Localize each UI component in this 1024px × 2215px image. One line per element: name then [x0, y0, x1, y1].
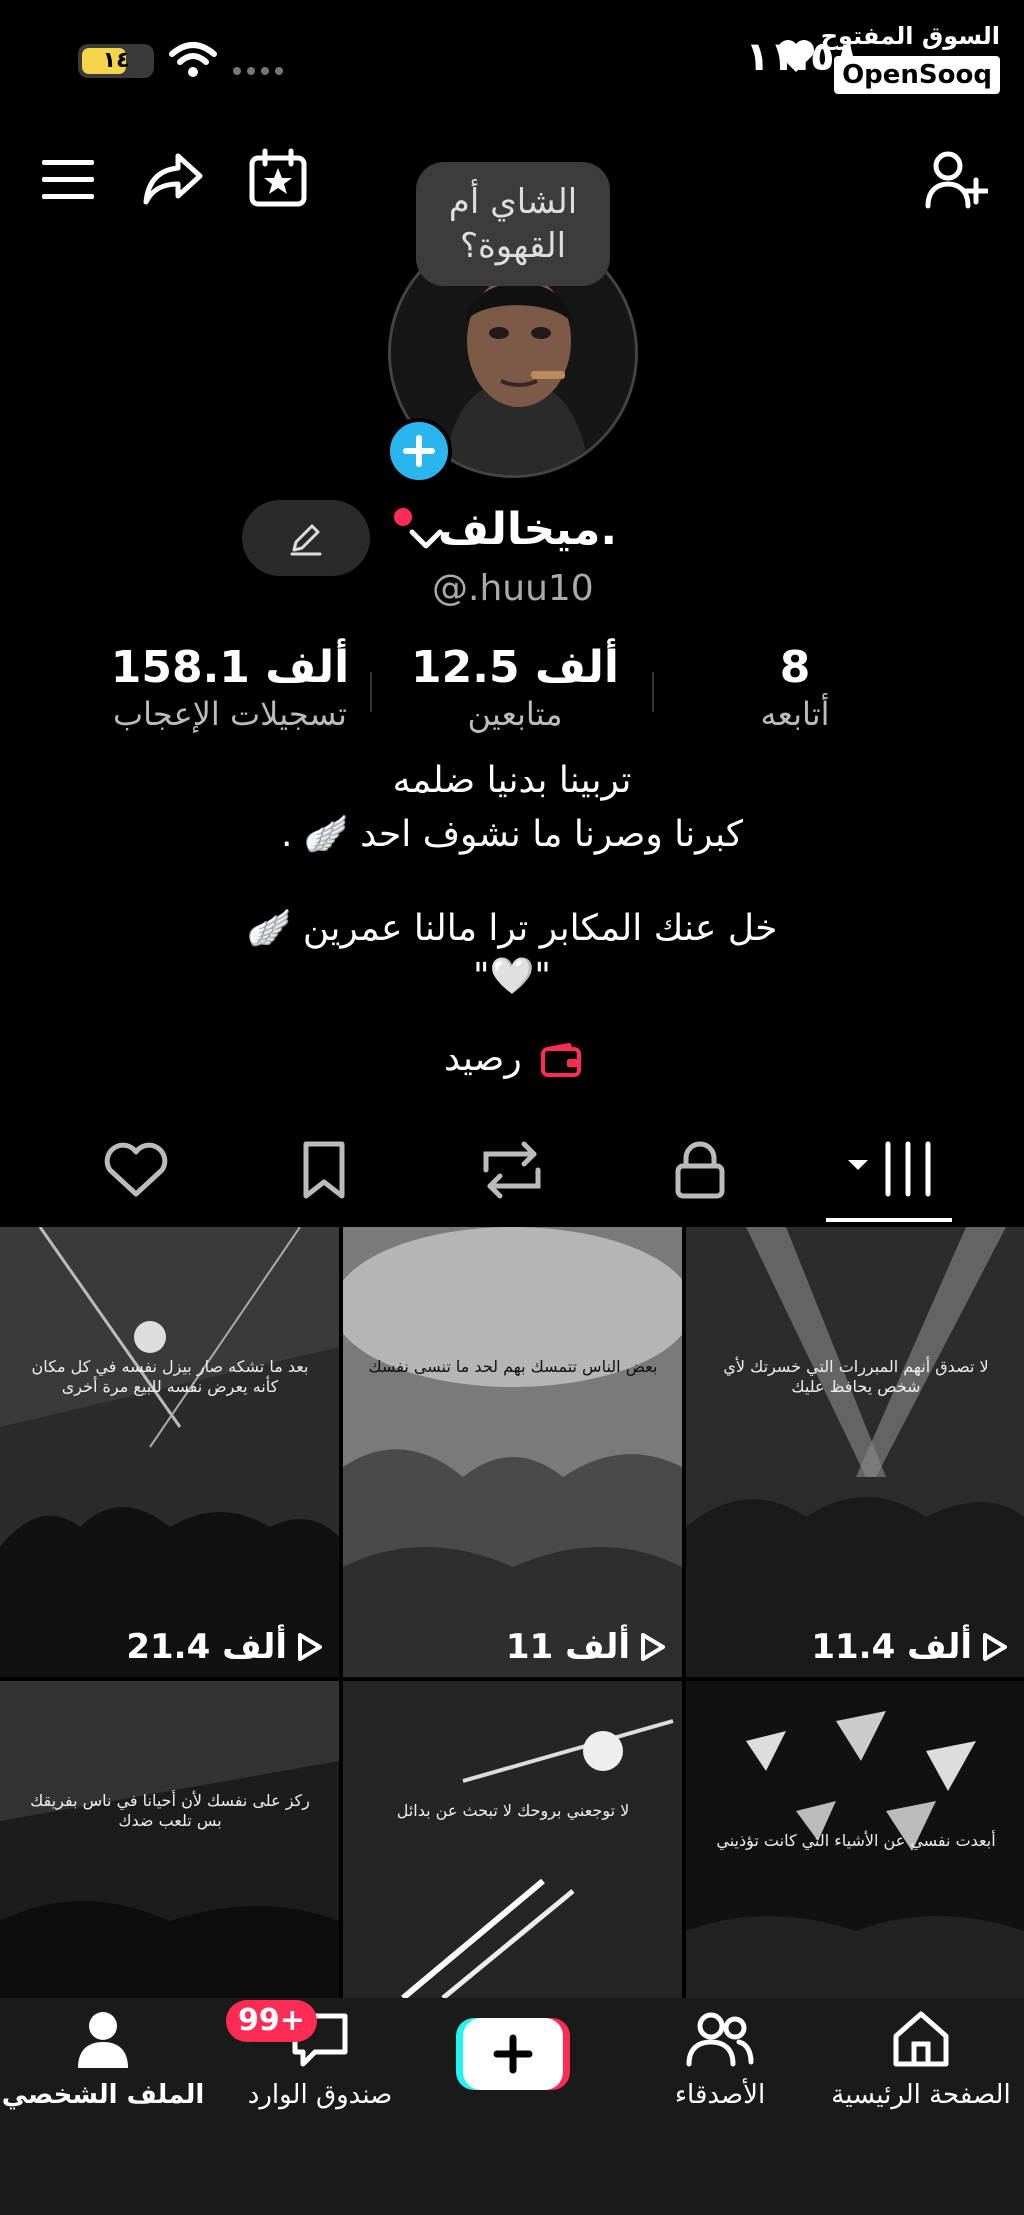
likes-count: 158.1 ألف	[110, 642, 350, 693]
video-views-count: 11 ألف	[505, 1627, 630, 1667]
edit-profile-button[interactable]	[242, 500, 370, 576]
signal-icon	[233, 67, 283, 75]
play-icon	[298, 1633, 322, 1661]
note-line-1: الشاي أم	[448, 182, 578, 222]
stat-divider	[652, 672, 654, 712]
nav-friends[interactable]: الأصدقاء	[640, 2008, 800, 2110]
bio-line: كبرنا وصرنا ما نشوف احد 🪽 .	[280, 814, 744, 855]
video-views-count: 11.4 ألف	[811, 1627, 972, 1667]
video-tile[interactable]: بعض الناس تتمسك بهم لحد ما تنسى نفسك 11 …	[343, 1227, 682, 1677]
share-icon[interactable]	[142, 150, 204, 206]
video-views-count: 21.4 ألف	[126, 1627, 287, 1667]
watermark-arabic: السوق المفتوح	[820, 22, 1000, 50]
heart-icon	[778, 40, 814, 72]
following-label: أتابعه	[760, 695, 830, 733]
wallet-label: رصيد	[444, 1038, 522, 1079]
battery-indicator: ١٤	[78, 44, 154, 78]
friends-icon	[686, 2012, 754, 2067]
tab-saved-bookmark-icon[interactable]	[284, 1140, 364, 1200]
video-caption: لا تصدق أنهم المبررات التي خسرتك لأي شخص…	[723, 1357, 989, 1396]
video-thumbnail	[686, 1227, 1024, 1677]
add-friend-icon[interactable]	[924, 150, 988, 210]
video-tile[interactable]: بعد ما تشكه صار بيزل نفسه في كل مكان كأن…	[0, 1227, 339, 1677]
likes-label: تسجيلات الإعجاب	[113, 695, 347, 733]
bio-line: "🤍"	[473, 956, 551, 997]
note-line-2: القهوة؟	[459, 226, 567, 266]
video-tile[interactable]: أبعدت نفسي عن الأشياء التي كانت تؤذيني	[686, 1681, 1024, 1998]
following-count: 8	[779, 642, 811, 693]
wifi-icon	[169, 42, 217, 77]
home-icon	[893, 2011, 949, 2067]
profile-person-icon	[78, 2012, 128, 2068]
battery-level: ١٤	[102, 48, 130, 73]
video-views: 11 ألف	[506, 1627, 666, 1667]
bio-line: خل عنك المكابر ترا مالنا عمرين 🪽	[246, 908, 778, 949]
nav-profile-label: الملف الشخصي	[1, 2080, 205, 2110]
stat-likes: 158.1 ألف تسجيلات الإعجاب	[80, 642, 380, 733]
active-tab-indicator	[826, 1218, 952, 1222]
followers-label: متابعين	[467, 695, 563, 733]
wallet-link[interactable]: رصيد	[444, 1038, 582, 1079]
play-icon	[983, 1633, 1007, 1661]
inbox-badge: 99+	[226, 2000, 317, 2042]
video-views: 11.4 ألف	[811, 1627, 1008, 1667]
tab-private-lock-icon[interactable]	[660, 1140, 740, 1200]
video-caption: لا توجعني بروحك لا تبحث عن بدائل	[396, 1801, 630, 1820]
video-caption: بعد ما تشكه صار بيزل نفسه في كل مكان كأن…	[31, 1357, 309, 1396]
username: @.huu10	[432, 568, 594, 609]
nav-home-label: الصفحة الرئيسية	[831, 2080, 1011, 2110]
note-bubble[interactable]: الشاي أم القهوة؟	[416, 162, 610, 286]
video-caption: أبعدت نفسي عن الأشياء التي كانت تؤذيني	[716, 1831, 996, 1850]
video-tile[interactable]: لا توجعني بروحك لا تبحث عن بدائل	[343, 1681, 682, 1998]
nav-inbox-label: صندوق الوارد	[247, 2080, 393, 2110]
video-caption: ركز على نفسك لأن أحيانا في ناس بفريقك بس…	[30, 1791, 310, 1830]
video-thumbnail	[0, 1681, 339, 1998]
watermark-brand: OpenSooq	[834, 56, 1000, 94]
notification-dot	[394, 508, 412, 526]
video-thumbnail	[343, 1681, 682, 1998]
create-button[interactable]	[456, 2016, 570, 2092]
calendar-star-icon[interactable]	[248, 148, 308, 208]
video-caption: بعض الناس تتمسك بهم لحد ما تنسى نفسك	[368, 1357, 658, 1376]
nav-profile[interactable]: الملف الشخصي	[0, 2008, 206, 2110]
stat-followers[interactable]: 12.5 ألف متابعين	[390, 642, 640, 733]
pencil-icon	[290, 524, 322, 556]
play-icon	[641, 1633, 665, 1661]
bio-line: تربينا بدنيا ضلمه	[392, 760, 632, 801]
video-tile[interactable]: لا تصدق أنهم المبررات التي خسرتك لأي شخص…	[686, 1227, 1024, 1677]
tab-videos-grid-icon[interactable]	[846, 1140, 946, 1200]
video-thumbnail	[0, 1227, 339, 1677]
stat-following[interactable]: 8 أتابعه	[700, 642, 890, 733]
nav-friends-label: الأصدقاء	[674, 2080, 766, 2110]
video-views: 21.4 ألف	[126, 1627, 323, 1667]
followers-count: 12.5 ألف	[411, 642, 619, 693]
tab-reposts-icon[interactable]	[472, 1140, 552, 1200]
stat-divider	[370, 672, 372, 712]
video-thumbnail	[343, 1227, 682, 1677]
display-name: ميخالف.	[438, 504, 618, 555]
nav-home[interactable]: الصفحة الرئيسية	[818, 2008, 1024, 2110]
tab-liked-heart-icon[interactable]	[96, 1140, 176, 1200]
wallet-icon	[541, 1042, 582, 1077]
plus-icon	[403, 435, 435, 467]
video-tile[interactable]: ركز على نفسك لأن أحيانا في ناس بفريقك بس…	[0, 1681, 339, 1998]
add-story-button[interactable]	[386, 418, 452, 484]
menu-icon[interactable]	[40, 158, 96, 202]
